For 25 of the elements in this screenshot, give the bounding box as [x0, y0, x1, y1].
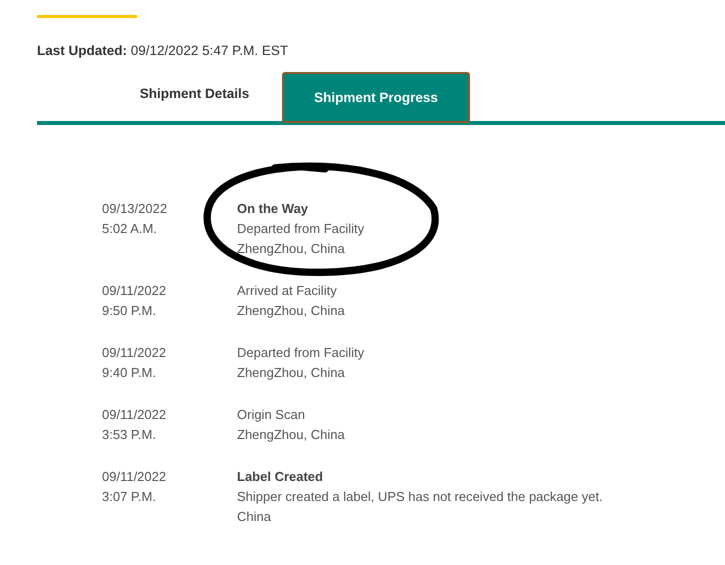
event-time: 5:02 A.M. — [102, 220, 158, 238]
event-detail: ZhengZhou, China — [237, 364, 346, 382]
event-time: 3:53 P.M. — [102, 426, 157, 444]
tab[interactable]: Shipment Progress — [282, 72, 470, 123]
event-detail: China — [237, 508, 272, 526]
event-date: 09/11/2022 — [102, 282, 168, 300]
event-status: Label Created — [237, 468, 324, 486]
event-status: On the Way — [237, 200, 310, 218]
event-date: 09/11/2022 — [102, 468, 168, 486]
event-time: 9:50 P.M. — [102, 302, 157, 320]
tab[interactable]: Shipment Details — [107, 72, 282, 123]
event-date: 09/13/2022 — [102, 200, 168, 218]
event-detail: Departed from Facility — [237, 344, 364, 362]
event-detail: Arrived at Facility — [237, 282, 338, 300]
last-updated-text: Last Updated: 09/12/2022 5:47 P.M. EST — [37, 43, 290, 58]
event-time: 3:07 P.M. — [102, 488, 157, 506]
event-time: 9:40 P.M. — [102, 364, 157, 382]
event-date: 09/11/2022 — [102, 406, 168, 424]
event-detail: Origin Scan — [237, 406, 306, 424]
event-detail: Departed from Facility — [237, 220, 364, 238]
event-detail: Shipper created a label, UPS has not received the package yet. — [237, 488, 603, 506]
event-detail: ZhengZhou, China — [237, 240, 346, 258]
event-date: 09/11/2022 — [102, 344, 168, 362]
event-detail: ZhengZhou, China — [237, 426, 345, 444]
event-detail: ZhengZhou, China — [237, 302, 345, 320]
